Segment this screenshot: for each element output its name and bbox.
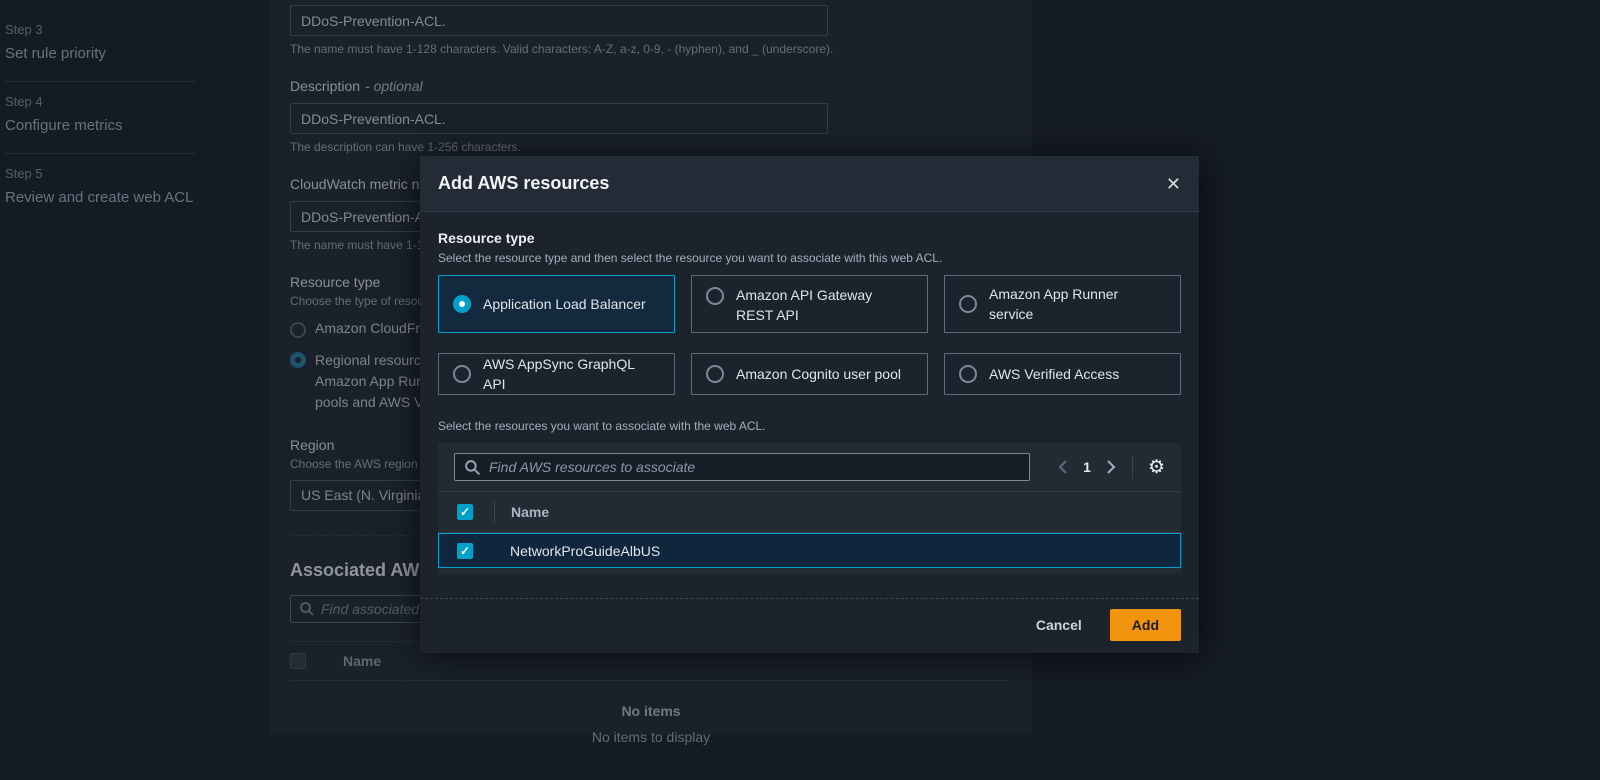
modal-footer: Cancel Add: [420, 598, 1199, 653]
resources-search: [454, 453, 1030, 481]
chevron-right-icon[interactable]: [1106, 459, 1117, 475]
resources-table-toolbar: 1 ⚙: [438, 443, 1181, 491]
modal-resource-type-help: Select the resource type and then select…: [438, 251, 943, 265]
tile-appsync-graphql-api[interactable]: AWS AppSync GraphQL API: [438, 353, 675, 395]
resource-type-tiles-row-1: Application Load Balancer Amazon API Gat…: [438, 275, 1181, 333]
radio-icon: [959, 365, 977, 383]
modal-resource-type-label: Resource type: [438, 230, 535, 246]
page-number[interactable]: 1: [1083, 459, 1091, 475]
radio-icon: [706, 365, 724, 383]
table-row-networkproguidealbus[interactable]: ✓ NetworkProGuideAlbUS: [438, 533, 1181, 568]
tile-cognito-user-pool[interactable]: Amazon Cognito user pool: [691, 353, 928, 395]
radio-selected-icon: [453, 295, 471, 313]
tile-application-load-balancer[interactable]: Application Load Balancer: [438, 275, 675, 333]
tile-api-gateway-rest-api[interactable]: Amazon API Gateway REST API: [691, 275, 928, 333]
radio-icon: [453, 365, 471, 383]
modal-body: Resource type Select the resource type a…: [420, 212, 1199, 598]
modal-title: Add AWS resources: [438, 173, 610, 193]
radio-icon: [706, 287, 724, 305]
resources-help-text: Select the resources you want to associa…: [438, 419, 766, 433]
resources-search-input[interactable]: [454, 453, 1030, 481]
resources-table: 1 ⚙ ✓ Name ✓ NetworkProGuideAlbUS: [438, 443, 1181, 574]
search-icon: [464, 459, 481, 476]
row-checkbox[interactable]: ✓: [457, 542, 473, 559]
name-column-header: Name: [511, 504, 550, 520]
pagination: 1 ⚙: [1057, 455, 1165, 479]
modal-header: Add AWS resources ✕: [420, 156, 1199, 212]
tile-verified-access[interactable]: AWS Verified Access: [944, 353, 1181, 395]
radio-icon: [959, 295, 977, 313]
close-icon[interactable]: ✕: [1166, 175, 1181, 193]
resources-table-header: ✓ Name: [438, 491, 1181, 533]
toolbar-divider: [1131, 455, 1133, 479]
add-button[interactable]: Add: [1109, 609, 1181, 641]
select-all-checkbox[interactable]: ✓: [457, 504, 473, 520]
chevron-left-icon[interactable]: [1057, 459, 1068, 475]
tile-app-runner-service[interactable]: Amazon App Runner service: [944, 275, 1181, 333]
header-divider: [494, 501, 495, 523]
gear-icon[interactable]: ⚙: [1148, 458, 1165, 477]
cancel-button[interactable]: Cancel: [1036, 617, 1082, 633]
resource-name: NetworkProGuideAlbUS: [510, 542, 661, 559]
resource-type-tiles-row-2: AWS AppSync GraphQL API Amazon Cognito u…: [438, 353, 1181, 395]
add-aws-resources-modal: Add AWS resources ✕ Resource type Select…: [420, 156, 1199, 653]
